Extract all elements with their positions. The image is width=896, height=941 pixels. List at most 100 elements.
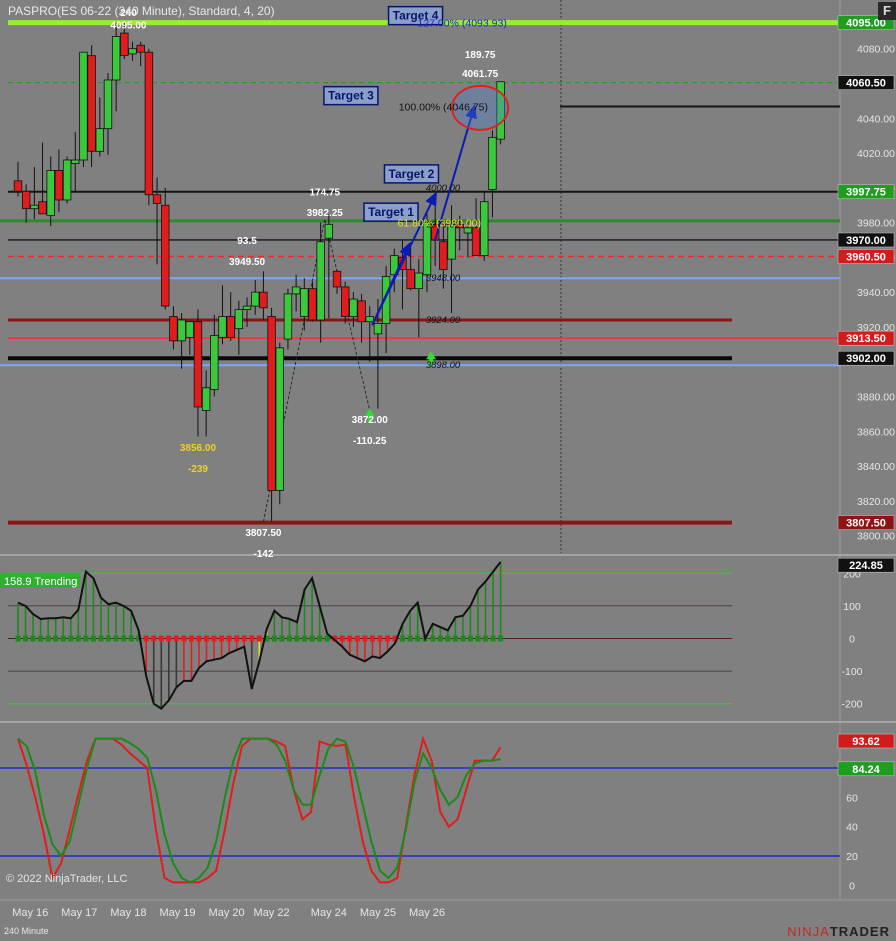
stoch-tick: 60 [846, 792, 858, 804]
osc-dot [475, 635, 481, 642]
osc-dot [204, 635, 210, 642]
osc-dot [385, 635, 391, 642]
stoch-tag-1: 84.24 [837, 761, 895, 777]
target-label: Target 3 [328, 89, 374, 103]
osc-dot [445, 635, 451, 642]
candle-body [488, 136, 497, 190]
candle-body [201, 387, 211, 411]
osc-dot [483, 635, 489, 642]
price-tick: 4020.00 [857, 148, 895, 160]
candle-body [275, 347, 284, 491]
price-tick: 3940.00 [857, 287, 895, 299]
candle-body [300, 288, 309, 317]
candle-body [144, 51, 154, 196]
osc-dot [60, 635, 66, 642]
osc-dot [75, 635, 81, 642]
price-tag-1-text: 4060.50 [846, 78, 886, 90]
osc-dot [98, 635, 104, 642]
osc-tick: 0 [849, 634, 855, 646]
fib-label: 100.00% (4046.75) [399, 102, 488, 114]
candle-body [349, 298, 358, 317]
osc-dot [188, 635, 194, 642]
format-button[interactable]: F [878, 2, 896, 20]
osc-dot [53, 635, 59, 642]
osc-dot [128, 635, 134, 642]
target-box-1: Target 3 [323, 85, 379, 106]
osc-title-box: 158.9 Trending [0, 573, 80, 588]
osc-dot [430, 635, 436, 642]
candle-body [193, 321, 203, 408]
swing-label: 3856.00 [180, 443, 217, 454]
osc-dot [309, 635, 315, 642]
osc-dot [15, 635, 21, 642]
brand-part-a: NINJA [787, 924, 830, 939]
price-tag-4-text: 3960.50 [846, 252, 886, 264]
candle-body [218, 316, 227, 338]
price-tag-2-text: 3997.75 [846, 187, 886, 199]
candle-body [111, 36, 121, 81]
time-label: May 20 [209, 907, 245, 919]
price-tick: 3880.00 [857, 391, 895, 403]
price-tag-4: 3960.50 [837, 249, 895, 264]
candle-body [242, 305, 252, 310]
price-tick: 3860.00 [857, 426, 895, 438]
candle-body [251, 291, 260, 307]
candle-body [226, 316, 235, 338]
candle-body [21, 190, 31, 210]
candle-body [234, 309, 244, 330]
osc-dot [294, 635, 300, 642]
osc-dot [68, 635, 74, 642]
osc-title: 158.9 Trending [4, 576, 77, 588]
osc-dot [166, 635, 172, 642]
osc-dot [158, 635, 164, 642]
candle-body [480, 201, 489, 257]
price-tag-1: 4060.50 [837, 75, 895, 90]
stoch-tick: 40 [846, 822, 858, 834]
osc-dot [271, 635, 277, 642]
osc-dot [121, 635, 127, 642]
swing-label: 3807.50 [245, 528, 282, 539]
osc-dot [369, 635, 375, 642]
candle-body [71, 159, 80, 164]
candle-body [283, 293, 293, 340]
swing-label: 4095.00 [110, 20, 147, 31]
candle-body [38, 201, 47, 215]
candle-body [422, 222, 432, 276]
osc-dot [105, 635, 111, 642]
candle-body [120, 32, 129, 57]
candle-body [128, 48, 137, 55]
osc-dot [83, 635, 89, 642]
candle-body [439, 241, 448, 270]
candle-body [324, 223, 334, 239]
price-tick: 3800.00 [857, 531, 895, 543]
level-label: 3924.00 [426, 315, 461, 326]
candle-body [185, 321, 194, 338]
candle-body [152, 194, 162, 204]
time-label: May 19 [159, 907, 195, 919]
osc-tick: -200 [841, 699, 862, 711]
stoch-tag-0-text: 93.62 [852, 736, 880, 748]
osc-dot [362, 635, 368, 642]
osc-dot [23, 635, 29, 642]
candle-body [414, 272, 424, 290]
stoch-tag-0: 93.62 [837, 733, 895, 749]
osc-dot [90, 635, 96, 642]
swing-label: 3872.00 [352, 415, 389, 426]
candle-body [62, 159, 72, 201]
trading-chart[interactable]: 3800.003820.003840.003860.003880.003900.… [0, 0, 896, 941]
price-tick: 3840.00 [857, 461, 895, 473]
price-tick: 4040.00 [857, 113, 895, 125]
osc-dot [400, 635, 406, 642]
time-label: May 17 [61, 907, 97, 919]
candle-body [79, 51, 88, 161]
candle-body [177, 319, 186, 342]
time-label: May 16 [12, 907, 48, 919]
fib-label: 61.80% (3980.00) [398, 218, 481, 230]
osc-dot [317, 635, 323, 642]
level-label: 3948.00 [426, 273, 461, 284]
candle-body [13, 180, 23, 192]
candle-body [373, 323, 383, 335]
candle-body [136, 44, 145, 53]
osc-dot [219, 635, 225, 642]
swing-label: 3949.50 [229, 257, 266, 268]
